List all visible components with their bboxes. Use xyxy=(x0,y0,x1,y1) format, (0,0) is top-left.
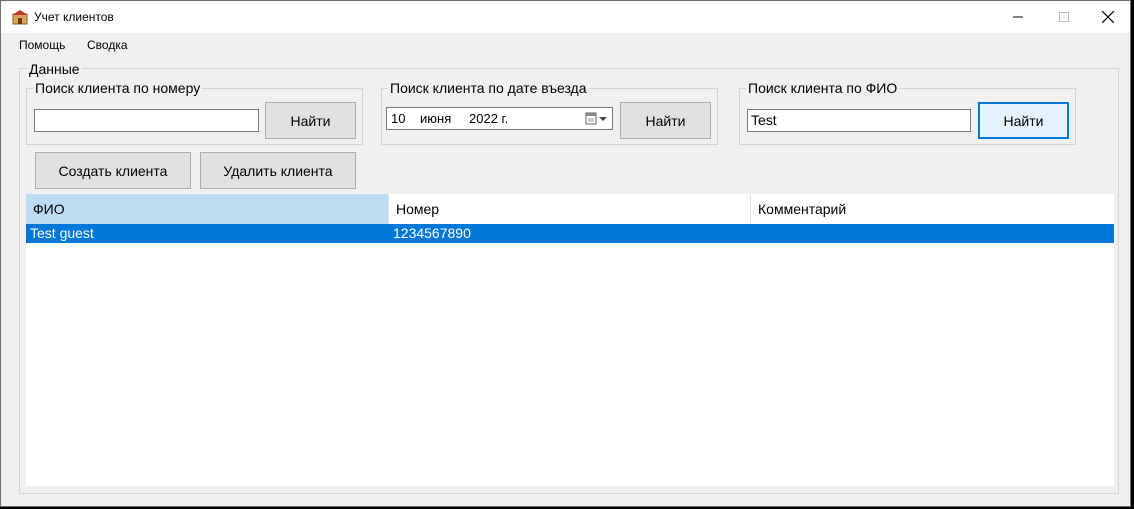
cell-number[interactable]: 1234567890 xyxy=(393,224,471,243)
menu-bar: Помощь Сводка xyxy=(1,33,1130,57)
title-bar: Учет клиентов xyxy=(1,1,1130,33)
minimize-button[interactable] xyxy=(995,1,1041,33)
clients-grid[interactable]: ФИО Номер Комментарий Test guest 1234567… xyxy=(26,194,1114,486)
close-button[interactable] xyxy=(1085,1,1131,33)
search-by-date-label: Поиск клиента по дате въезда xyxy=(388,80,589,96)
maximize-button[interactable] xyxy=(1041,1,1087,33)
table-row[interactable]: Test guest 1234567890 xyxy=(26,224,1114,243)
number-search-input[interactable] xyxy=(34,109,259,132)
menu-help[interactable]: Помощь xyxy=(19,38,65,52)
app-icon xyxy=(12,10,28,25)
delete-client-button[interactable]: Удалить клиента xyxy=(200,152,356,189)
find-by-name-button[interactable]: Найти xyxy=(978,102,1069,139)
main-window: Учет клиентов Помощь Сводка Данные Поиск… xyxy=(0,0,1131,507)
minimize-icon xyxy=(1013,16,1023,18)
grid-header: ФИО Номер Комментарий xyxy=(26,194,1114,224)
maximize-icon xyxy=(1059,12,1069,22)
name-search-input[interactable]: Test xyxy=(747,109,971,132)
window-title: Учет клиентов xyxy=(34,10,114,24)
find-by-date-button[interactable]: Найти xyxy=(620,102,711,139)
search-by-name-label: Поиск клиента по ФИО xyxy=(746,80,900,96)
create-client-button[interactable]: Создать клиента xyxy=(35,152,191,189)
arrival-date-picker[interactable]: 10 июня 2022 г. xyxy=(386,107,613,130)
menu-summary[interactable]: Сводка xyxy=(87,38,128,52)
column-header-name[interactable]: ФИО xyxy=(26,194,389,224)
column-header-number[interactable]: Номер xyxy=(389,194,751,224)
find-by-number-button[interactable]: Найти xyxy=(265,102,356,139)
date-day[interactable]: 10 xyxy=(391,111,405,126)
data-group-label: Данные xyxy=(27,61,82,77)
cell-name[interactable]: Test guest xyxy=(30,224,94,243)
column-header-comment[interactable]: Комментарий xyxy=(751,194,1114,224)
search-by-number-label: Поиск клиента по номеру xyxy=(33,80,203,96)
close-icon xyxy=(1102,11,1114,23)
date-year[interactable]: 2022 г. xyxy=(469,111,508,126)
calendar-dropdown-icon[interactable] xyxy=(585,111,609,127)
date-month[interactable]: июня xyxy=(420,111,451,126)
